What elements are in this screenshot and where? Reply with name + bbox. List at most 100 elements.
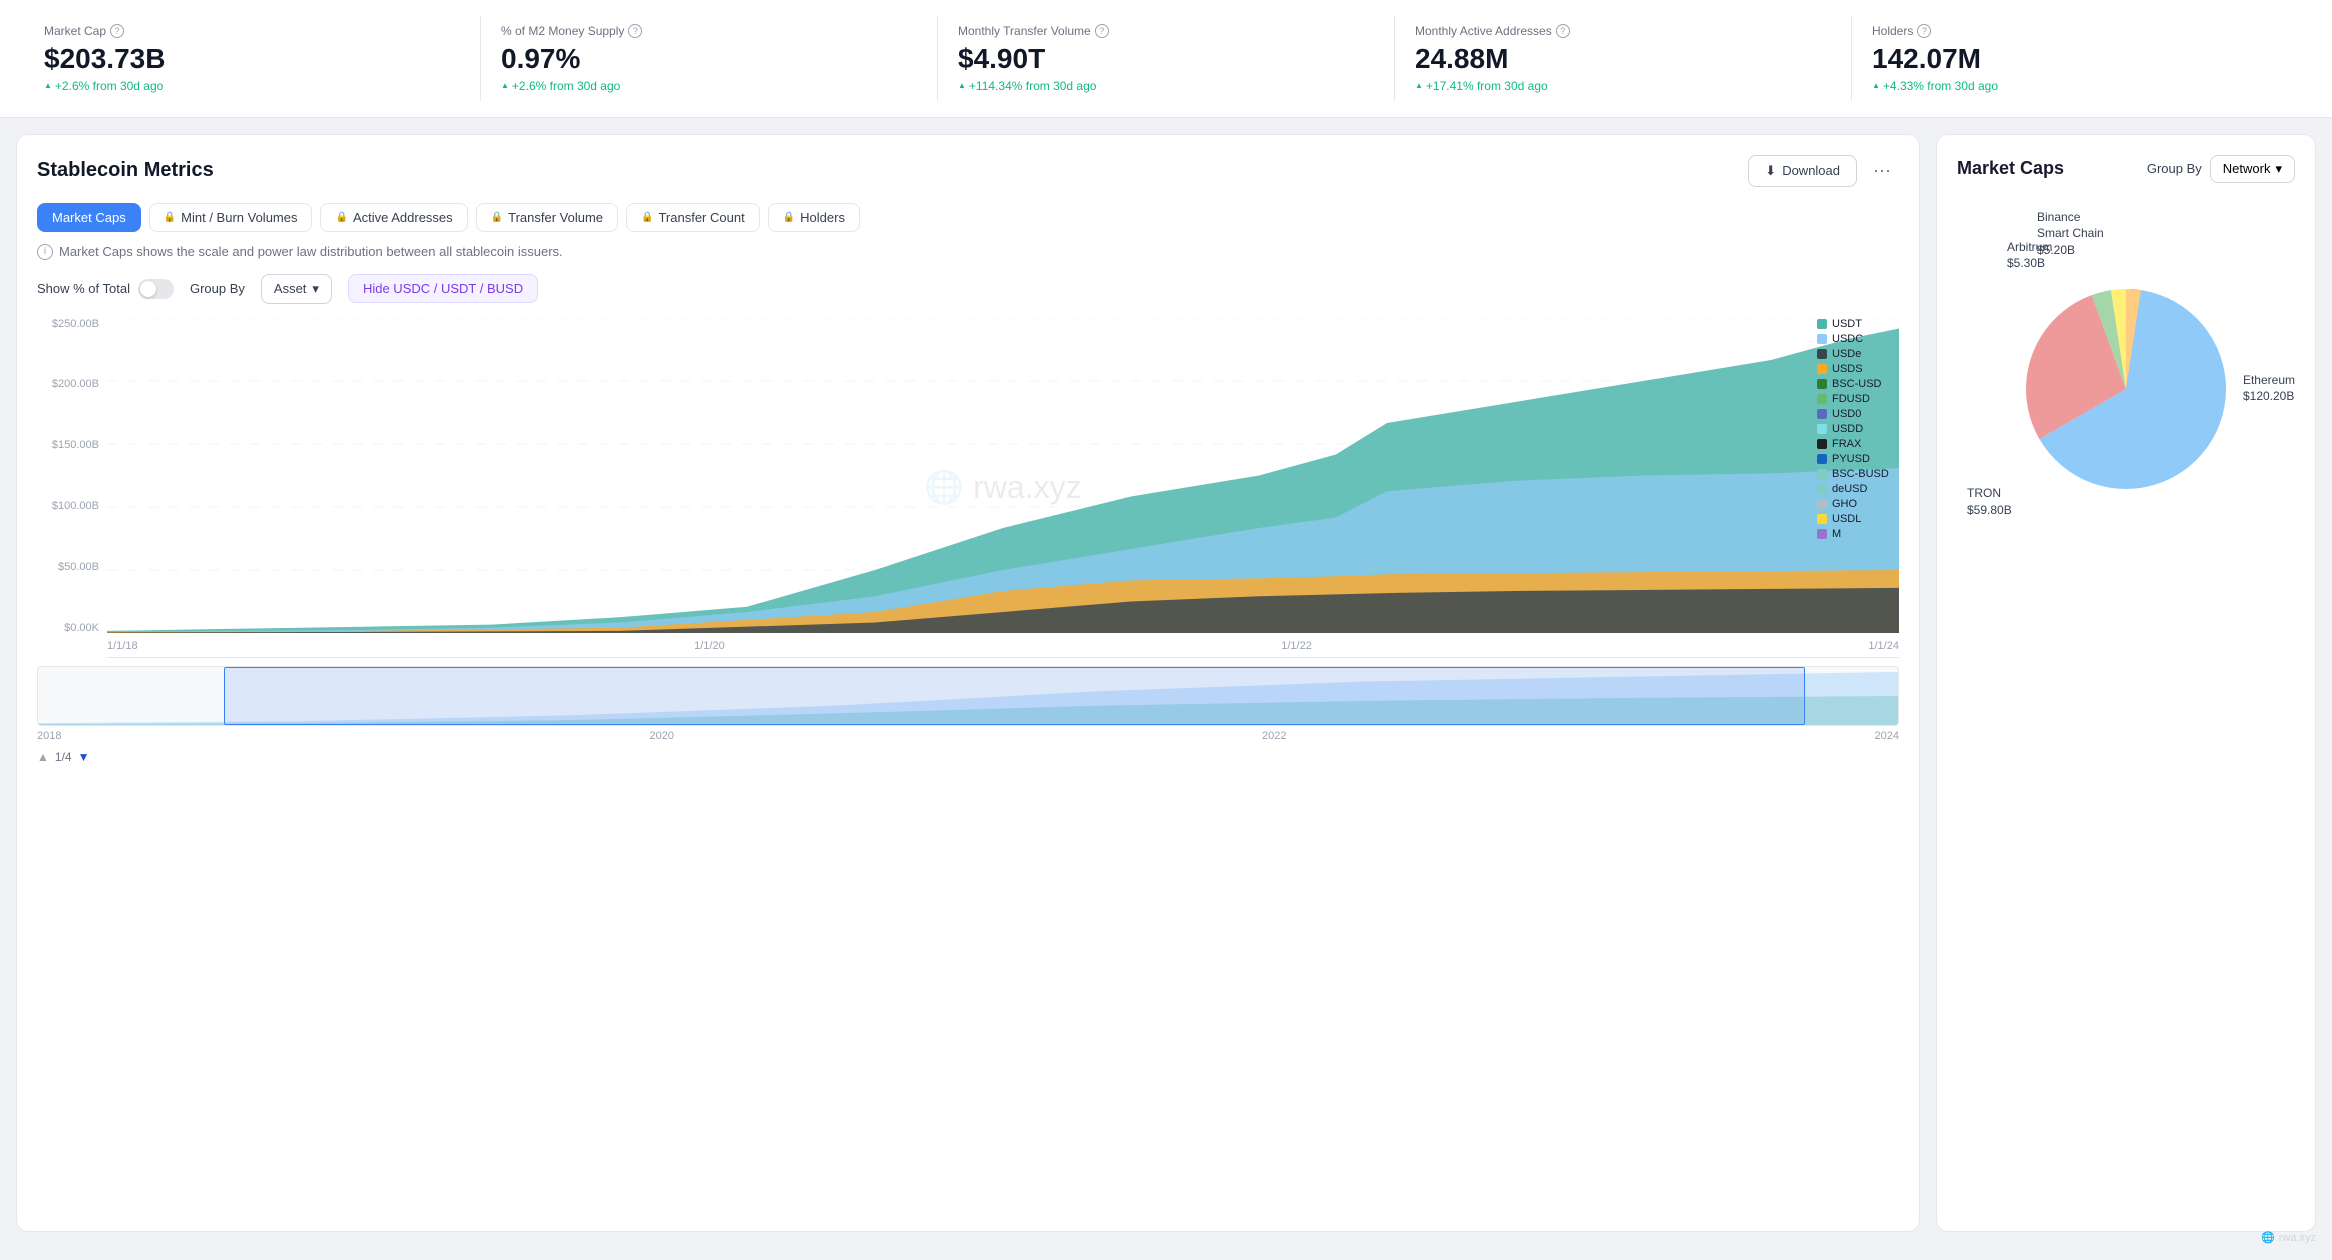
pie-chart-container: Ethereum $120.20B TRON $59.80B Arbitrum … bbox=[1957, 199, 2295, 579]
legend-dot bbox=[1817, 499, 1827, 509]
change-triangle-monthly-active-addresses: ▲ bbox=[1415, 81, 1423, 90]
change-triangle-m2-money-supply: ▲ bbox=[501, 81, 509, 90]
legend-item-frax: FRAX bbox=[1817, 438, 1899, 450]
legend-label: BSC-USD bbox=[1832, 378, 1882, 390]
metric-value-monthly-active-addresses: 24.88M bbox=[1415, 42, 1831, 76]
legend-dot bbox=[1817, 394, 1827, 404]
chevron-down-icon: ▾ bbox=[2275, 161, 2282, 177]
main-content: Stablecoin Metrics ⬇ Download ··· Market… bbox=[0, 118, 2332, 1248]
metric-change-monthly-transfer-volume: ▲ +114.34% from 30d ago bbox=[958, 79, 1374, 93]
pagination-down-icon[interactable]: ▼ bbox=[78, 750, 90, 764]
minimap-label: 2018 bbox=[37, 730, 61, 742]
change-triangle-monthly-transfer-volume: ▲ bbox=[958, 81, 966, 90]
panel-header: Stablecoin Metrics ⬇ Download ··· bbox=[37, 155, 1899, 187]
legend-label: USD0 bbox=[1832, 408, 1861, 420]
legend-item-usds: USDS bbox=[1817, 363, 1899, 375]
metric-label-holders: Holders ? bbox=[1872, 24, 2288, 38]
legend-dot bbox=[1817, 379, 1827, 389]
legend-label: PYUSD bbox=[1832, 453, 1870, 465]
show-pct-toggle-label: Show % of Total bbox=[37, 279, 174, 299]
minimap-labels: 2018 2020 2022 2024 bbox=[37, 730, 1899, 742]
more-options-button[interactable]: ··· bbox=[1865, 156, 1899, 185]
right-panel: Market Caps Group By Network ▾ bbox=[1936, 134, 2316, 1232]
legend-item-usdd: USDD bbox=[1817, 423, 1899, 435]
y-axis-label: $0.00K bbox=[64, 622, 99, 634]
tron-label: TRON $59.80B bbox=[1967, 485, 2012, 519]
metric-change-m2-money-supply: ▲ +2.6% from 30d ago bbox=[501, 79, 917, 93]
legend-label: USDT bbox=[1832, 318, 1862, 330]
info-icon-holders[interactable]: ? bbox=[1917, 24, 1931, 38]
legend-dot bbox=[1817, 364, 1827, 374]
legend-item-usdt: USDT bbox=[1817, 318, 1899, 330]
minimap-label: 2024 bbox=[1875, 730, 1899, 742]
minimap-label: 2020 bbox=[650, 730, 674, 742]
minimap[interactable] bbox=[37, 666, 1899, 726]
info-icon: i bbox=[37, 244, 53, 260]
legend-item-pyusd: PYUSD bbox=[1817, 453, 1899, 465]
legend-label: FDUSD bbox=[1832, 393, 1870, 405]
metric-label-monthly-transfer-volume: Monthly Transfer Volume ? bbox=[958, 24, 1374, 38]
metric-label-monthly-active-addresses: Monthly Active Addresses ? bbox=[1415, 24, 1831, 38]
legend-item-usdl: USDL bbox=[1817, 513, 1899, 525]
hide-usdc-button[interactable]: Hide USDC / USDT / BUSD bbox=[348, 274, 538, 303]
y-axis-label: $200.00B bbox=[52, 378, 99, 390]
tab-market-caps[interactable]: Market Caps bbox=[37, 203, 141, 232]
right-header: Market Caps Group By Network ▾ bbox=[1957, 155, 2295, 183]
right-group-by: Group By Network ▾ bbox=[2147, 155, 2295, 183]
panel-title: Stablecoin Metrics bbox=[37, 159, 214, 182]
group-by-select[interactable]: Asset ▾ bbox=[261, 274, 332, 304]
x-axis: 1/1/181/1/201/1/221/1/24 bbox=[107, 636, 1899, 656]
bsc-label: Binance Smart Chain $5.20B bbox=[2037, 209, 2104, 259]
info-icon-monthly-active-addresses[interactable]: ? bbox=[1556, 24, 1570, 38]
tab-active-addresses[interactable]: 🔒Active Addresses bbox=[320, 203, 467, 232]
tab-mint-burn[interactable]: 🔒Mint / Burn Volumes bbox=[149, 203, 313, 232]
network-select[interactable]: Network ▾ bbox=[2210, 155, 2295, 183]
legend-label: USDe bbox=[1832, 348, 1861, 360]
metric-change-holders: ▲ +4.33% from 30d ago bbox=[1872, 79, 2288, 93]
minimap-label: 2022 bbox=[1262, 730, 1286, 742]
lock-icon: 🔒 bbox=[641, 212, 653, 223]
chart-svg bbox=[107, 318, 1899, 633]
pagination-up-icon[interactable]: ▲ bbox=[37, 750, 49, 764]
chevron-down-icon: ▾ bbox=[312, 281, 319, 297]
legend-item-usd0: USD0 bbox=[1817, 408, 1899, 420]
metric-card-monthly-active-addresses: Monthly Active Addresses ? 24.88M ▲ +17.… bbox=[1395, 16, 1852, 101]
legend-item-fdusd: FDUSD bbox=[1817, 393, 1899, 405]
legend-item-bsc-usd: BSC-USD bbox=[1817, 378, 1899, 390]
x-axis-label: 1/1/20 bbox=[694, 640, 725, 652]
show-pct-toggle[interactable] bbox=[138, 279, 174, 299]
pagination: ▲ 1/4 ▼ bbox=[37, 750, 1899, 764]
right-panel-title: Market Caps bbox=[1957, 158, 2064, 179]
legend-dot bbox=[1817, 529, 1827, 539]
info-icon-monthly-transfer-volume[interactable]: ? bbox=[1095, 24, 1109, 38]
tab-row: Market Caps 🔒Mint / Burn Volumes🔒Active A… bbox=[37, 203, 1899, 232]
metric-label-market-cap: Market Cap ? bbox=[44, 24, 460, 38]
legend-label: BSC-BUSD bbox=[1832, 468, 1889, 480]
legend-dot bbox=[1817, 334, 1827, 344]
info-icon-market-cap[interactable]: ? bbox=[110, 24, 124, 38]
metric-card-holders: Holders ? 142.07M ▲ +4.33% from 30d ago bbox=[1852, 16, 2308, 101]
info-icon-m2-money-supply[interactable]: ? bbox=[628, 24, 642, 38]
legend-dot bbox=[1817, 439, 1827, 449]
change-triangle-holders: ▲ bbox=[1872, 81, 1880, 90]
legend-dot bbox=[1817, 454, 1827, 464]
tab-holders[interactable]: 🔒Holders bbox=[768, 203, 860, 232]
lock-icon: 🔒 bbox=[491, 212, 503, 223]
legend-label: USDD bbox=[1832, 423, 1863, 435]
legend-item-usde: USDe bbox=[1817, 348, 1899, 360]
lock-icon: 🔒 bbox=[335, 212, 347, 223]
minimap-handle[interactable] bbox=[224, 667, 1805, 725]
tab-transfer-count[interactable]: 🔒Transfer Count bbox=[626, 203, 760, 232]
globe-icon: 🌐 bbox=[2261, 1231, 2275, 1244]
legend-dot bbox=[1817, 319, 1827, 329]
legend-dot bbox=[1817, 469, 1827, 479]
legend-label: FRAX bbox=[1832, 438, 1861, 450]
download-button[interactable]: ⬇ Download bbox=[1748, 155, 1857, 187]
metric-label-m2-money-supply: % of M2 Money Supply ? bbox=[501, 24, 917, 38]
y-axis-label: $50.00B bbox=[58, 561, 99, 573]
metric-card-m2-money-supply: % of M2 Money Supply ? 0.97% ▲ +2.6% fro… bbox=[481, 16, 938, 101]
metric-change-market-cap: ▲ +2.6% from 30d ago bbox=[44, 79, 460, 93]
tab-transfer-volume[interactable]: 🔒Transfer Volume bbox=[476, 203, 618, 232]
group-by-label: Group By bbox=[190, 281, 245, 296]
metric-card-monthly-transfer-volume: Monthly Transfer Volume ? $4.90T ▲ +114.… bbox=[938, 16, 1395, 101]
